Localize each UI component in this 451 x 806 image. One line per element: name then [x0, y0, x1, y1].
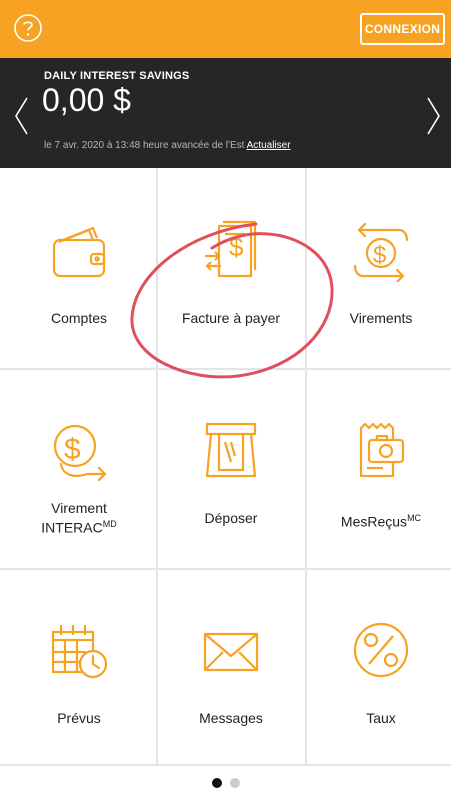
help-circle-icon[interactable]: [12, 12, 44, 44]
tile-facture-a-payer[interactable]: $ Facture à payer: [156, 168, 306, 368]
tile-label-line2: INTERAC: [41, 519, 103, 536]
tile-label: Déposer: [204, 510, 258, 526]
tile-label: Comptes: [50, 310, 108, 326]
tile-label: Prévus: [57, 710, 101, 726]
account-balance: 0,00 $: [42, 82, 131, 118]
svg-text:$: $: [229, 232, 244, 262]
percent-icon: [353, 622, 409, 678]
tile-mesrecus[interactable]: MesReçusMC: [306, 368, 451, 568]
scheduled-calendar-icon: [51, 624, 108, 679]
account-balance-panel[interactable]: DAILY INTEREST SAVINGS 0,00 $ le 7 avr. …: [0, 58, 451, 168]
tile-label: Facture à payer: [181, 310, 281, 326]
receipt-camera-icon: [359, 422, 405, 478]
tile-comptes[interactable]: Comptes: [4, 168, 154, 368]
page-indicator: [0, 778, 451, 794]
svg-text:$: $: [64, 433, 81, 466]
svg-text:$: $: [373, 242, 386, 269]
tile-label-text: MesReçus: [340, 513, 408, 530]
timestamp-text: le 7 avr. 2020 à 13:48 heure avancée de …: [44, 140, 245, 151]
tile-virement-interac[interactable]: $ Virement INTERACMD: [4, 368, 154, 568]
envelope-icon: [203, 632, 259, 672]
tile-taux[interactable]: Taux: [306, 568, 451, 768]
tile-prevus[interactable]: Prévus: [4, 568, 154, 768]
transfer-icon: $: [353, 222, 409, 282]
tile-virements[interactable]: $ Virements: [306, 168, 451, 368]
trademark-sup: MC: [407, 513, 422, 523]
tile-label-line1: Virement: [51, 500, 107, 516]
tile-label: Taux: [366, 710, 396, 726]
deposit-icon: [205, 422, 257, 478]
top-bar: CONNEXION: [0, 0, 451, 58]
interac-transfer-icon: $: [53, 424, 107, 482]
page-dot-active[interactable]: [211, 778, 222, 788]
account-name: DAILY INTEREST SAVINGS: [44, 70, 190, 82]
refresh-link[interactable]: Actualiser: [247, 140, 291, 151]
tile-label: MesReçusMC: [306, 510, 451, 530]
tile-label: Virement INTERACMD: [4, 500, 154, 536]
tile-label: Virements: [349, 310, 413, 326]
tile-deposer[interactable]: Déposer: [156, 368, 306, 568]
balance-timestamp: le 7 avr. 2020 à 13:48 heure avancée de …: [44, 140, 291, 151]
chevron-left-icon[interactable]: [12, 96, 30, 136]
chevron-right-icon[interactable]: [425, 96, 443, 136]
bill-payment-icon: $: [205, 220, 257, 278]
tile-label: Messages: [199, 710, 263, 726]
page-dot[interactable]: [229, 778, 240, 788]
connect-button[interactable]: CONNEXION: [360, 13, 445, 45]
tile-messages[interactable]: Messages: [156, 568, 306, 768]
trademark-sup: MD: [102, 519, 117, 529]
wallet-icon: [52, 226, 106, 278]
